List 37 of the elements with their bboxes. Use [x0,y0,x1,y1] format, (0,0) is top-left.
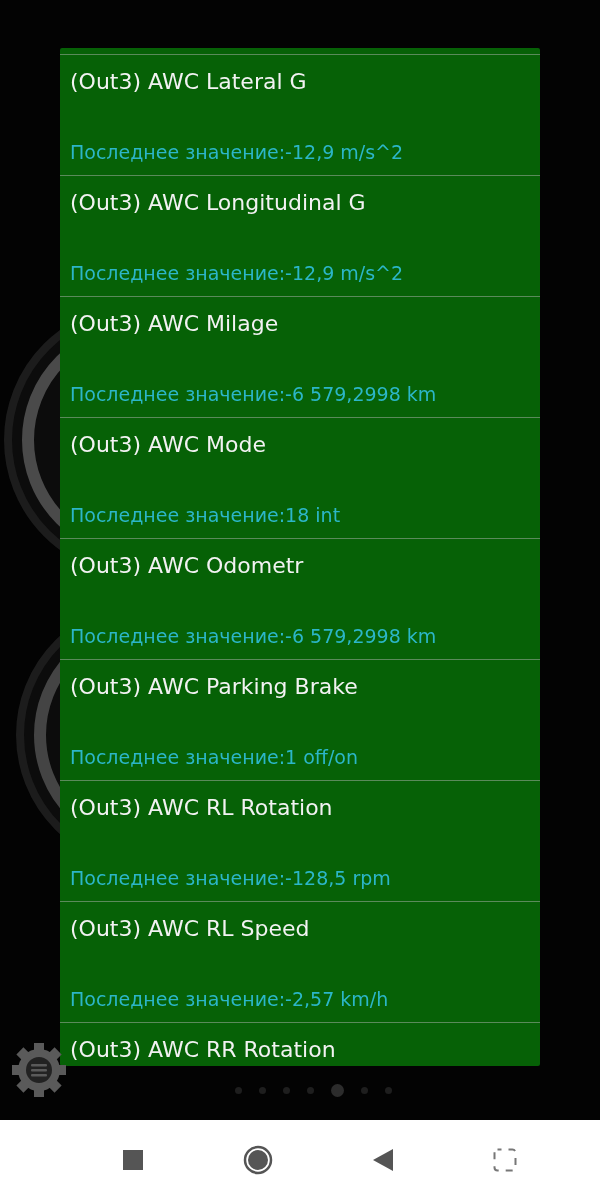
parameter-name: (Out3) AWC Odometr [70,553,305,578]
parameter-item[interactable]: (Out3) AWC Milage Последнее значение:-6 579,2998 km [60,296,540,417]
parameter-item[interactable]: (Out3) AWC RL Speed Последнее значение:-2,57 km/h [60,901,540,1022]
last-value: Последнее значение:-6 579,2998 km [70,625,438,647]
last-value: Последнее значение:-12,9 m/s^2 [70,262,405,284]
recents-icon[interactable] [123,1150,143,1170]
last-value: Последнее значение:18 int [70,504,342,526]
parameter-name: (Out3) AWC Mode [70,432,267,457]
page-dot[interactable] [234,1087,242,1094]
parameter-name: (Out3) AWC Parking Brake [70,674,359,699]
parameter-name: (Out3) AWC Milage [70,311,280,336]
parameter-name: (Out3) AWC Longitudinal G [70,190,367,215]
parameter-item[interactable]: (Out3) AWC RL Rotation Последнее значение:-128,5 rpm [60,780,540,901]
page-dot[interactable] [282,1087,290,1094]
parameter-name: (Out3) AWC RL Speed [70,916,311,941]
page-dot[interactable] [330,1084,344,1097]
last-value: Последнее значение:-12,9 m/s^2 [70,141,405,163]
last-value: Последнее значение:1 off/on [70,746,360,768]
last-value: Последнее значение:-128,5 rpm [70,867,392,889]
settings-icon[interactable] [10,1041,68,1099]
parameter-item[interactable]: (Out3) AWC Odometr Последнее значение:-6 579,2998 km [60,538,540,659]
last-value: Последнее значение:-6 579,2998 km [70,383,438,405]
page-dot[interactable] [306,1087,314,1094]
home-icon[interactable] [243,1145,273,1175]
page-dot[interactable] [258,1087,266,1094]
parameter-item[interactable]: (Out3) AWC Parking Brake Последнее значение:1 off/on [60,659,540,780]
parameter-name: (Out3) AWC RR Rotation [70,1037,337,1062]
parameter-item[interactable]: (Out3) AWC Mode Последнее значение:18 int [60,417,540,538]
parameter-name: (Out3) AWC Lateral G [70,69,308,94]
page-dot[interactable] [384,1087,392,1094]
parameter-item[interactable]: (Out3) AWC Lateral G Последнее значение:-12,9 m/s^2 [60,54,540,175]
last-value: Последнее значение:-2,57 km/h [70,988,390,1010]
back-icon[interactable] [373,1149,393,1171]
parameter-name: (Out3) AWC RL Rotation [70,795,334,820]
fullscreen-icon[interactable] [493,1148,517,1172]
parameter-item[interactable]: (Out3) AWC Longitudinal G Последнее значение:-12,9 m/s^2 [60,175,540,296]
page-dot[interactable] [360,1087,368,1094]
